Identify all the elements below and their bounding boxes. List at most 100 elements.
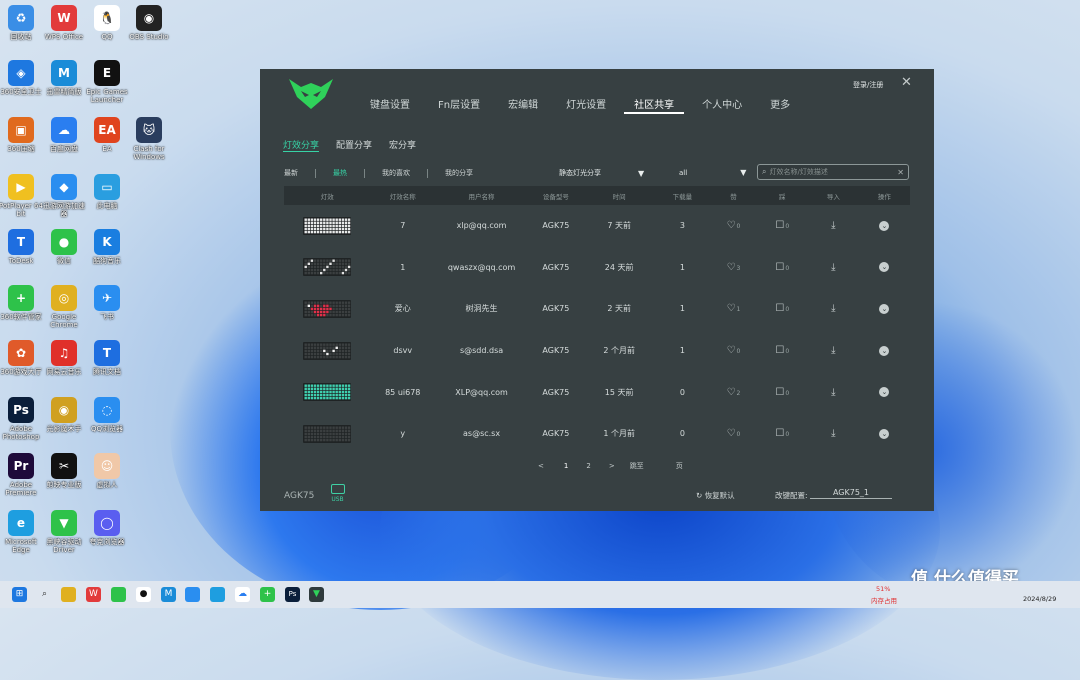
desktop-icon[interactable]: W WPS Office — [41, 5, 87, 41]
desktop-icon[interactable]: K 酷狗音乐 — [84, 229, 130, 265]
desktop-icon[interactable]: ◉ OBS Studio — [126, 5, 172, 41]
thumbs-up-icon[interactable]: ♡ — [727, 428, 736, 439]
desktop-icon[interactable]: E Epic Games Launcher — [84, 60, 130, 104]
thumbs-down-icon[interactable]: ☐ — [775, 345, 784, 356]
wps-icon[interactable]: W — [86, 587, 101, 602]
desktop-icon[interactable]: ◉ 光影魔术手 — [41, 397, 87, 433]
desktop-icon[interactable]: ◈ 360安全卫士 — [0, 60, 44, 96]
desktop-icon[interactable]: ● 微信 — [41, 229, 87, 265]
table-row[interactable]: 1 qwaszx@qq.com AGK75 24 天前 1 ♡3 ☐0 ⤓ ⌄ — [284, 247, 910, 289]
table-row[interactable]: dsvv s@sdd.dsa AGK75 2 个月前 1 ♡0 ☐0 ⤓ ⌄ — [284, 330, 910, 372]
start-icon[interactable]: ⊞ — [12, 587, 27, 602]
page-number[interactable]: 2 — [586, 462, 590, 470]
chevron-down-icon[interactable]: ⌄ — [879, 220, 890, 231]
sub-tab[interactable]: 灯效分享 — [283, 138, 320, 152]
search-input[interactable] — [769, 168, 890, 176]
desktop-icon[interactable]: ◯ 夸克浏览器 — [84, 510, 130, 546]
desktop-icon[interactable]: ☁ 百度网盘 — [41, 117, 87, 153]
category-dropdown[interactable]: 静态灯光分享 ▼ — [559, 168, 644, 178]
desktop-icon[interactable]: M 迅雷精简版 — [41, 60, 87, 96]
desktop-icon[interactable]: Ps Adobe Photoshop — [0, 397, 44, 441]
thumbs-up-icon[interactable]: ♡ — [727, 262, 736, 273]
prev-page-button[interactable]: < — [538, 462, 544, 470]
download-icon[interactable]: ⤓ — [831, 220, 835, 231]
nav-tab[interactable]: 灯光设置 — [556, 98, 616, 114]
clear-icon[interactable]: ✕ — [897, 168, 904, 177]
thumbs-up-icon[interactable]: ♡ — [727, 220, 736, 231]
download-icon[interactable]: ⤓ — [831, 345, 835, 356]
chevron-down-icon[interactable]: ⌄ — [879, 303, 890, 314]
profile-select[interactable]: AGK75_1 — [810, 488, 892, 499]
usb-connection[interactable]: USB — [329, 484, 346, 503]
desktop-icon[interactable]: T 腾讯文档 — [84, 340, 130, 376]
desktop-icon[interactable]: Pr Adobe Premiere — [0, 453, 44, 497]
desktop-icon[interactable]: e Microsoft Edge — [0, 510, 44, 554]
thumbs-down-icon[interactable]: ☐ — [775, 303, 784, 314]
desktop-icon[interactable]: EA EA — [84, 117, 130, 153]
thumbs-up-icon[interactable]: ♡ — [727, 345, 736, 356]
qq-icon[interactable]: ● — [136, 587, 151, 602]
chevron-down-icon[interactable]: ⌄ — [879, 262, 890, 273]
thumbs-down-icon[interactable]: ☐ — [775, 262, 784, 273]
nav-tab[interactable]: 个人中心 — [692, 98, 752, 114]
device-dropdown[interactable]: all ▼ — [679, 168, 746, 177]
nav-tab[interactable]: 键盘设置 — [360, 98, 420, 114]
thumbs-down-icon[interactable]: ☐ — [775, 428, 784, 439]
sort-filter[interactable]: 最热 — [333, 168, 347, 178]
desktop-icon[interactable]: ◆ 迅游网游加速器 — [41, 174, 87, 218]
desktop-icon[interactable]: ☺ 虚拟人 — [84, 453, 130, 489]
desktop-icon[interactable]: ♫ 网易云音乐 — [41, 340, 87, 376]
table-row[interactable]: 爱心 树洞先生 AGK75 2 天前 1 ♡1 ☐0 ⤓ ⌄ — [284, 288, 910, 330]
close-icon[interactable]: ✕ — [901, 75, 912, 90]
baidu-pan-icon[interactable]: ☁ — [235, 587, 250, 602]
sort-filter[interactable]: 我的喜欢 — [382, 168, 410, 178]
sort-filter[interactable]: 我的分享 — [445, 168, 473, 178]
app-icon[interactable]: M — [161, 587, 176, 602]
download-icon[interactable]: ⤓ — [831, 387, 835, 398]
desktop-icon[interactable]: +360软件管家 — [0, 285, 44, 321]
desktop-icon[interactable]: ◎ Google Chrome — [41, 285, 87, 329]
table-row[interactable]: y as@sc.sx AGK75 1 个月前 0 ♡0 ☐0 ⤓ ⌄ — [284, 413, 910, 455]
desktop-icon[interactable]: ▼ 黑峡谷驱动 Driver — [41, 510, 87, 554]
download-icon[interactable]: ⤓ — [831, 303, 835, 314]
download-icon[interactable]: ⤓ — [831, 428, 835, 439]
nav-tab[interactable]: Fn层设置 — [428, 98, 490, 114]
desktop-icon[interactable]: ✈ 飞书 — [84, 285, 130, 321]
wechat-icon[interactable] — [111, 587, 126, 602]
download-icon[interactable]: ⤓ — [831, 262, 835, 273]
feishu-icon[interactable] — [185, 587, 200, 602]
page-number[interactable]: 1 — [564, 462, 568, 470]
driver-taskbar-icon[interactable]: ▼ — [309, 587, 324, 602]
chevron-down-icon[interactable]: ⌄ — [879, 428, 890, 439]
photoshop-icon[interactable]: Ps — [285, 587, 300, 602]
desktop-icon[interactable]: ♻ 回收站 — [0, 5, 44, 41]
desktop-icon[interactable]: ▣ 360压缩 — [0, 117, 44, 153]
desktop-icon[interactable]: ▶ PotPlayer 64 bit — [0, 174, 44, 218]
sub-tab[interactable]: 宏分享 — [389, 138, 416, 152]
desktop-icon[interactable]: ▭ 此电脑 — [84, 174, 130, 210]
thumbs-up-icon[interactable]: ♡ — [727, 303, 736, 314]
table-row[interactable]: 7 xlp@qq.com AGK75 7 天前 3 ♡0 ☐0 ⤓ ⌄ — [284, 205, 910, 247]
nav-tab[interactable]: 更多 — [760, 98, 800, 114]
login-link[interactable]: 登录/注册 — [853, 80, 883, 90]
desktop-icon[interactable]: 🐧 QQ — [84, 5, 130, 41]
sort-filter[interactable]: 最新 — [284, 168, 298, 178]
nav-tab[interactable]: 社区共享 — [624, 98, 685, 114]
thumbs-down-icon[interactable]: ☐ — [775, 220, 784, 231]
software-icon[interactable]: + — [260, 587, 275, 602]
desktop-icon[interactable]: 🐱 Clash for Windows — [126, 117, 172, 161]
table-row[interactable]: 85 ui678 XLP@qq.com AGK75 15 天前 0 ♡2 ☐0 ⤓ ⌄ — [284, 371, 910, 413]
chevron-down-icon[interactable]: ⌄ — [879, 387, 890, 398]
explorer-icon[interactable] — [61, 587, 76, 602]
notepad-icon[interactable] — [210, 587, 225, 602]
search-icon[interactable]: ⌕ — [37, 587, 52, 602]
thumbs-down-icon[interactable]: ☐ — [775, 387, 784, 398]
desktop-icon[interactable]: T ToDesk — [0, 229, 44, 265]
chevron-down-icon[interactable]: ⌄ — [879, 345, 890, 356]
desktop-icon[interactable]: ✿ 360游戏大厅 — [0, 340, 44, 376]
thumbs-up-icon[interactable]: ♡ — [727, 387, 736, 398]
next-page-button[interactable]: > — [609, 462, 615, 470]
nav-tab[interactable]: 宏编辑 — [498, 98, 548, 114]
sub-tab[interactable]: 配置分享 — [336, 138, 372, 152]
restore-default-button[interactable]: ↻ 恢复默认 — [696, 490, 735, 501]
